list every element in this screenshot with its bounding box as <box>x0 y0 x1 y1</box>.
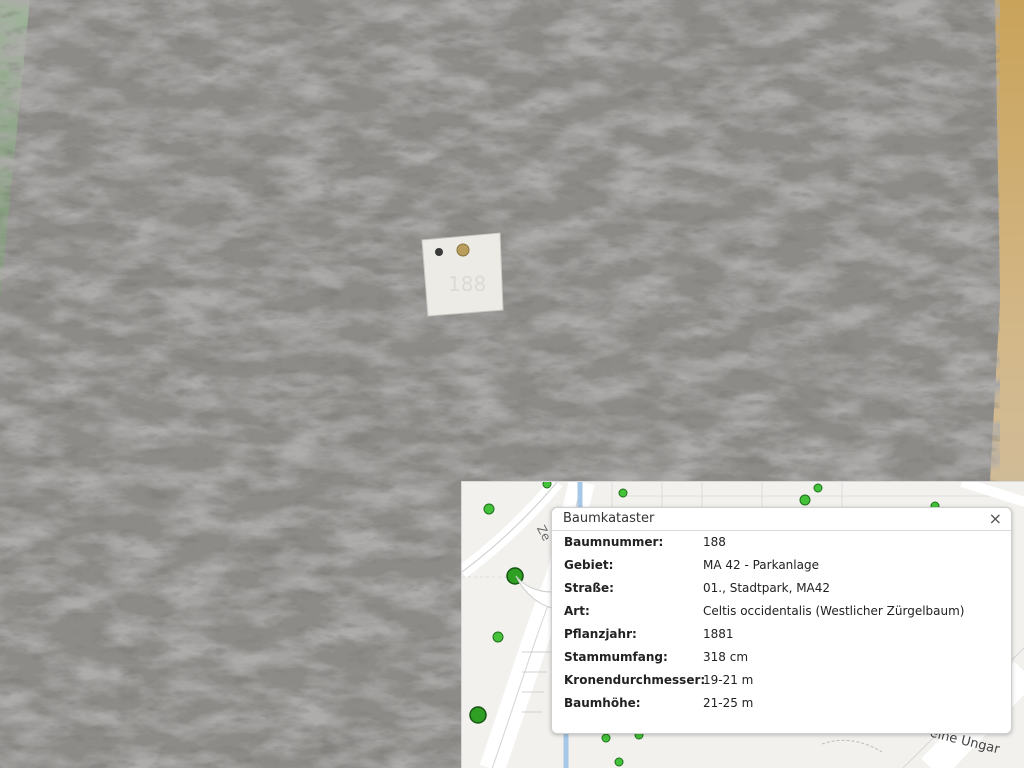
screenshot-scene: 188 Ze eine Ungar Baumkataster × Baumnum… <box>0 0 1024 768</box>
attribute-row-kronendurchmesser: Kronendurchmesser: 19-21 m <box>564 669 1004 692</box>
attribute-label: Straße: <box>564 581 614 595</box>
attribute-value: 01., Stadtpark, MA42 <box>703 581 831 595</box>
tree-info-popup: Baumkataster × Baumnummer: 188 Gebiet: M… <box>551 507 1012 734</box>
attribute-label: Stammumfang: <box>564 650 668 664</box>
attribute-value: 318 cm <box>703 650 749 664</box>
attribute-row-baumnummer: Baumnummer: 188 <box>564 531 1004 554</box>
attribute-label: Baumhöhe: <box>564 696 641 710</box>
attribute-row-strasse: Straße: 01., Stadtpark, MA42 <box>564 577 1004 600</box>
attribute-row-art: Art: Celtis occidentalis (Westlicher Zür… <box>564 600 1004 623</box>
tree-marker-icon <box>483 503 495 515</box>
tree-marker-icon <box>469 706 487 724</box>
popup-header: Baumkataster × <box>552 508 1011 531</box>
tree-marker-icon <box>813 483 823 493</box>
tree-marker-icon <box>618 488 628 498</box>
attribute-value: MA 42 - Parkanlage <box>703 558 819 572</box>
selected-tree-marker-icon <box>506 567 524 585</box>
popup-title: Baumkataster <box>563 511 655 526</box>
attribute-label: Gebiet: <box>564 558 614 572</box>
attribute-value: 188 <box>703 535 726 549</box>
attribute-label: Kronendurchmesser: <box>564 673 706 687</box>
attribute-row-baumhoehe: Baumhöhe: 21-25 m <box>564 692 1004 715</box>
attribute-row-gebiet: Gebiet: MA 42 - Parkanlage <box>564 554 1004 577</box>
attribute-value: 19-21 m <box>703 673 754 687</box>
tag-number-text: 188 <box>448 272 487 296</box>
attribute-value: 21-25 m <box>703 696 754 710</box>
tree-marker-icon <box>614 757 624 767</box>
attribute-row-stammumfang: Stammumfang: 318 cm <box>564 646 1004 669</box>
tree-marker-icon <box>492 631 504 643</box>
tree-marker-icon <box>542 482 552 489</box>
attribute-label: Baumnummer: <box>564 535 664 549</box>
attribute-row-pflanzjahr: Pflanzjahr: 1881 <box>564 623 1004 646</box>
close-icon[interactable]: × <box>989 509 1002 529</box>
tree-marker-icon <box>799 494 811 506</box>
popup-attribute-list: Baumnummer: 188 Gebiet: MA 42 - Parkanla… <box>564 531 1004 715</box>
tree-marker-icon <box>601 733 611 743</box>
attribute-value: 1881 <box>703 627 734 641</box>
attribute-label: Art: <box>564 604 590 618</box>
attribute-value: Celtis occidentalis (Westlicher Zürgelba… <box>703 604 965 618</box>
attribute-label: Pflanzjahr: <box>564 627 637 641</box>
